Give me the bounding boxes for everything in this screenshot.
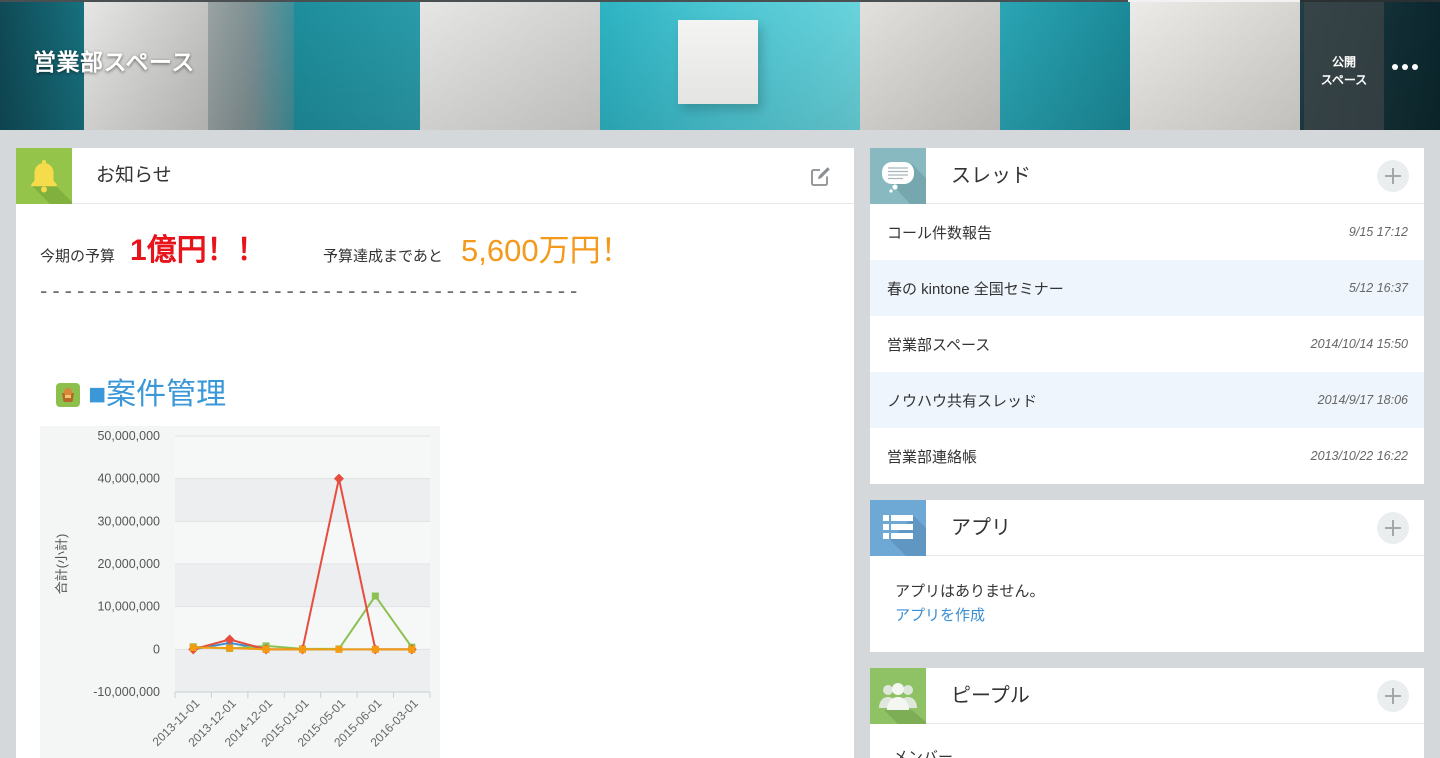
public-space-badge: 公開 スペース <box>1304 2 1384 130</box>
apps-header: アプリ <box>870 500 1424 556</box>
app-icon <box>56 383 80 407</box>
data-point <box>189 644 197 652</box>
remaining-label: 予算達成まであと <box>323 248 443 265</box>
y-tick-label: 30,000,000 <box>97 514 160 528</box>
thread-title: ノウハウ共有スレッド <box>887 392 1038 410</box>
plot-band <box>175 478 430 522</box>
plus-icon[interactable] <box>1377 512 1409 544</box>
space-cover-image <box>0 2 1440 130</box>
threads-panel: スレッド コール件数報告 9/15 17:12 春の kintone 全国セミナ… <box>870 148 1424 484</box>
thread-date: 2014/10/14 15:50 <box>1310 337 1408 351</box>
data-point <box>371 645 379 653</box>
y-axis-title: 合計(小計) <box>54 534 69 595</box>
public-badge-line1: 公開 <box>1331 55 1356 69</box>
dot <box>1392 64 1398 70</box>
thread-title: 春の kintone 全国セミナー <box>887 280 1064 298</box>
threads-header: スレッド <box>870 148 1424 204</box>
y-tick-label: -10,000,000 <box>93 685 160 699</box>
y-tick-label: 0 <box>153 642 160 656</box>
apps-title: アプリ <box>951 517 1011 539</box>
cover-cube <box>678 20 758 104</box>
thread-title: 営業部スペース <box>887 336 991 354</box>
thread-date: 2013/10/22 16:22 <box>1310 449 1408 463</box>
thread-icon <box>870 148 926 204</box>
thread-date: 9/15 17:12 <box>1348 225 1408 239</box>
thread-item[interactable]: コール件数報告 9/15 17:12 <box>870 204 1424 260</box>
data-point <box>226 644 234 652</box>
y-tick-label: 20,000,000 <box>97 557 160 571</box>
edit-icon[interactable] <box>810 165 832 187</box>
thread-item[interactable]: 営業部連絡帳 2013/10/22 16:22 <box>870 428 1424 484</box>
thread-title: 営業部連絡帳 <box>887 448 978 466</box>
people-title: ピープル <box>951 685 1030 707</box>
thread-item[interactable]: 春の kintone 全国セミナー 5/12 16:37 <box>870 260 1424 316</box>
thread-date: 2014/9/17 18:06 <box>1317 393 1408 407</box>
plus-icon[interactable] <box>1377 160 1409 192</box>
dashed-divider: ----------------------------------------… <box>40 278 583 303</box>
sales-chart: 50,000,000 40,000,000 30,000,000 20,000,000… <box>40 426 440 758</box>
thread-item[interactable]: 営業部スペース 2014/10/14 15:50 <box>870 316 1424 372</box>
threads-title: スレッド <box>951 165 1031 187</box>
thread-title: コール件数報告 <box>887 224 993 242</box>
y-tick-label: 10,000,000 <box>97 600 160 614</box>
members-label: メンバー <box>893 749 954 758</box>
plot-band <box>175 521 430 564</box>
thread-list: コール件数報告 9/15 17:12 春の kintone 全国セミナー 5/1… <box>870 204 1424 484</box>
line-chart: 50,000,000 40,000,000 30,000,000 20,000,000… <box>54 429 431 750</box>
create-app-link[interactable]: アプリを作成 <box>895 608 985 623</box>
plot-band <box>175 649 430 692</box>
notice-header: お知らせ <box>16 148 854 204</box>
notice-panel: お知らせ 今期の予算 1億円！！ 予算達成まであと 5,600万円！ -----… <box>16 148 854 758</box>
apps-panel: アプリ アプリはありません。 アプリを作成 <box>870 500 1424 652</box>
public-badge-line2: スペース <box>1320 73 1368 87</box>
space-title: 営業部スペース <box>33 49 195 75</box>
plot-band <box>175 564 430 607</box>
data-point <box>371 592 379 600</box>
remaining-value: 5,600万円！ <box>461 233 632 268</box>
bell-icon <box>16 148 72 204</box>
data-point <box>408 645 416 653</box>
thread-date: 5/12 16:37 <box>1348 281 1408 295</box>
y-tick-label: 50,000,000 <box>97 429 160 443</box>
people-icon <box>870 668 926 724</box>
y-tick-label: 40,000,000 <box>97 472 160 486</box>
data-point <box>335 645 343 653</box>
people-header: ピープル <box>870 668 1424 724</box>
notice-title: お知らせ <box>96 165 172 186</box>
apps-empty-text: アプリはありません。 <box>895 583 1045 600</box>
data-point <box>262 645 270 653</box>
app-list-icon <box>870 500 926 556</box>
plus-icon[interactable] <box>1377 680 1409 712</box>
budget-value: 1億円！！ <box>130 234 267 267</box>
people-panel: ピープル メンバー <box>870 668 1424 758</box>
dot <box>1402 64 1408 70</box>
plot-band <box>175 436 430 479</box>
budget-label: 今期の予算 <box>40 248 116 265</box>
thread-item[interactable]: ノウハウ共有スレッド 2014/9/17 18:06 <box>870 372 1424 428</box>
data-point <box>299 645 306 653</box>
section-title: ■案件管理 <box>88 378 227 411</box>
dot <box>1412 64 1418 70</box>
more-horizontal-icon[interactable] <box>1392 58 1424 78</box>
